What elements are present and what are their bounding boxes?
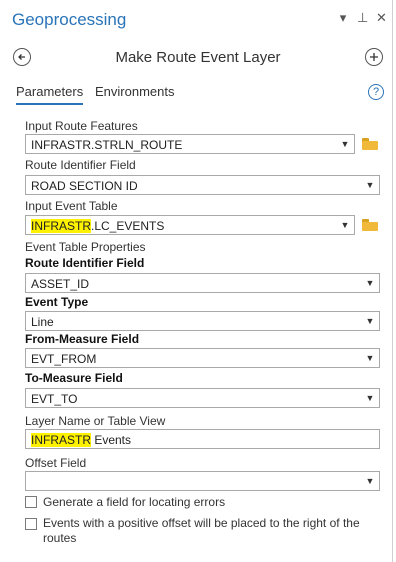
- chevron-down-icon: ▼: [365, 316, 375, 326]
- event-type-dropdown[interactable]: Line ▼: [25, 311, 380, 331]
- layer-name-input[interactable]: INFRASTR Events: [25, 429, 380, 449]
- chevron-down-icon: ▼: [365, 180, 375, 190]
- chevron-down-icon: ▼: [340, 220, 350, 230]
- input-event-table-value-rest: .LC_EVENTS: [91, 219, 165, 233]
- plus-icon: [370, 53, 378, 61]
- offset-field-dropdown[interactable]: ▼: [25, 471, 380, 491]
- layer-name-label: Layer Name or Table View: [25, 414, 166, 428]
- tab-environments[interactable]: Environments: [95, 84, 174, 99]
- event-type-value: Line: [31, 315, 54, 329]
- to-measure-field-dropdown[interactable]: EVT_TO ▼: [25, 388, 380, 408]
- highlighted-text: INFRASTR: [31, 219, 91, 233]
- from-measure-field-dropdown[interactable]: EVT_FROM ▼: [25, 348, 380, 368]
- chevron-down-icon: ▼: [365, 393, 375, 403]
- route-identifier-field-label: Route Identifier Field: [25, 158, 136, 172]
- route-identifier-field-dropdown[interactable]: ROAD SECTION ID ▼: [25, 175, 380, 195]
- chevron-down-icon: ▼: [365, 353, 375, 363]
- offset-field-label: Offset Field: [25, 456, 87, 470]
- highlighted-text: INFRASTR: [31, 433, 91, 447]
- pane-window-controls: ▾ ⊥ ✕: [338, 10, 387, 26]
- event-type-label: Event Type: [25, 295, 89, 309]
- event-route-identifier-field-label: Route Identifier Field: [25, 256, 145, 270]
- input-event-table-label: Input Event Table: [25, 199, 118, 213]
- positive-offset-right-label: Events with a positive offset will be pl…: [43, 516, 360, 545]
- event-route-identifier-field-dropdown[interactable]: ASSET_ID ▼: [25, 273, 380, 293]
- pane-titlebar: Geoprocessing ▾ ⊥ ✕: [0, 0, 396, 38]
- event-route-identifier-field-value: ASSET_ID: [31, 277, 90, 291]
- generate-error-field-checkbox[interactable]: [25, 496, 37, 508]
- add-button[interactable]: [365, 48, 383, 66]
- browse-folder-icon[interactable]: [362, 219, 378, 231]
- event-table-properties-heading: Event Table Properties: [25, 240, 146, 254]
- layer-name-value: INFRASTR Events: [31, 433, 131, 447]
- pin-icon[interactable]: ⊥: [357, 10, 368, 26]
- chevron-down-icon: ▼: [365, 476, 375, 486]
- pane-options-dropdown-icon[interactable]: ▾: [338, 10, 348, 26]
- from-measure-field-label: From-Measure Field: [25, 332, 140, 346]
- tool-header: Make Route Event Layer: [0, 40, 396, 76]
- tool-title: Make Route Event Layer: [115, 49, 281, 66]
- route-identifier-field-value: ROAD SECTION ID: [31, 179, 138, 193]
- input-route-features-value: INFRASTR.STRLN_ROUTE: [31, 138, 183, 152]
- positive-offset-right-checkbox[interactable]: [25, 518, 37, 530]
- chevron-down-icon: ▼: [340, 139, 350, 149]
- close-icon[interactable]: ✕: [376, 10, 387, 26]
- to-measure-field-value: EVT_TO: [31, 392, 78, 406]
- tool-tabs: Parameters Environments ?: [0, 82, 396, 110]
- geoprocessing-pane: Geoprocessing ▾ ⊥ ✕ Make Route Event Lay…: [0, 0, 396, 562]
- pane-divider: [392, 0, 393, 562]
- help-icon[interactable]: ?: [368, 84, 384, 100]
- layer-name-value-rest: Events: [91, 433, 132, 447]
- tab-parameters[interactable]: Parameters: [16, 84, 84, 105]
- input-route-features-dropdown[interactable]: INFRASTR.STRLN_ROUTE ▼: [25, 134, 355, 154]
- to-measure-field-label: To-Measure Field: [25, 371, 123, 385]
- from-measure-field-value: EVT_FROM: [31, 352, 97, 366]
- chevron-down-icon: ▼: [365, 278, 375, 288]
- input-event-table-dropdown[interactable]: INFRASTR.LC_EVENTS ▼: [25, 215, 355, 235]
- input-event-table-value: INFRASTR.LC_EVENTS: [31, 219, 164, 233]
- input-route-features-label: Input Route Features: [25, 119, 138, 133]
- generate-error-field-label: Generate a field for locating errors: [43, 495, 226, 509]
- browse-folder-icon[interactable]: [362, 138, 378, 150]
- pane-title: Geoprocessing: [12, 10, 127, 29]
